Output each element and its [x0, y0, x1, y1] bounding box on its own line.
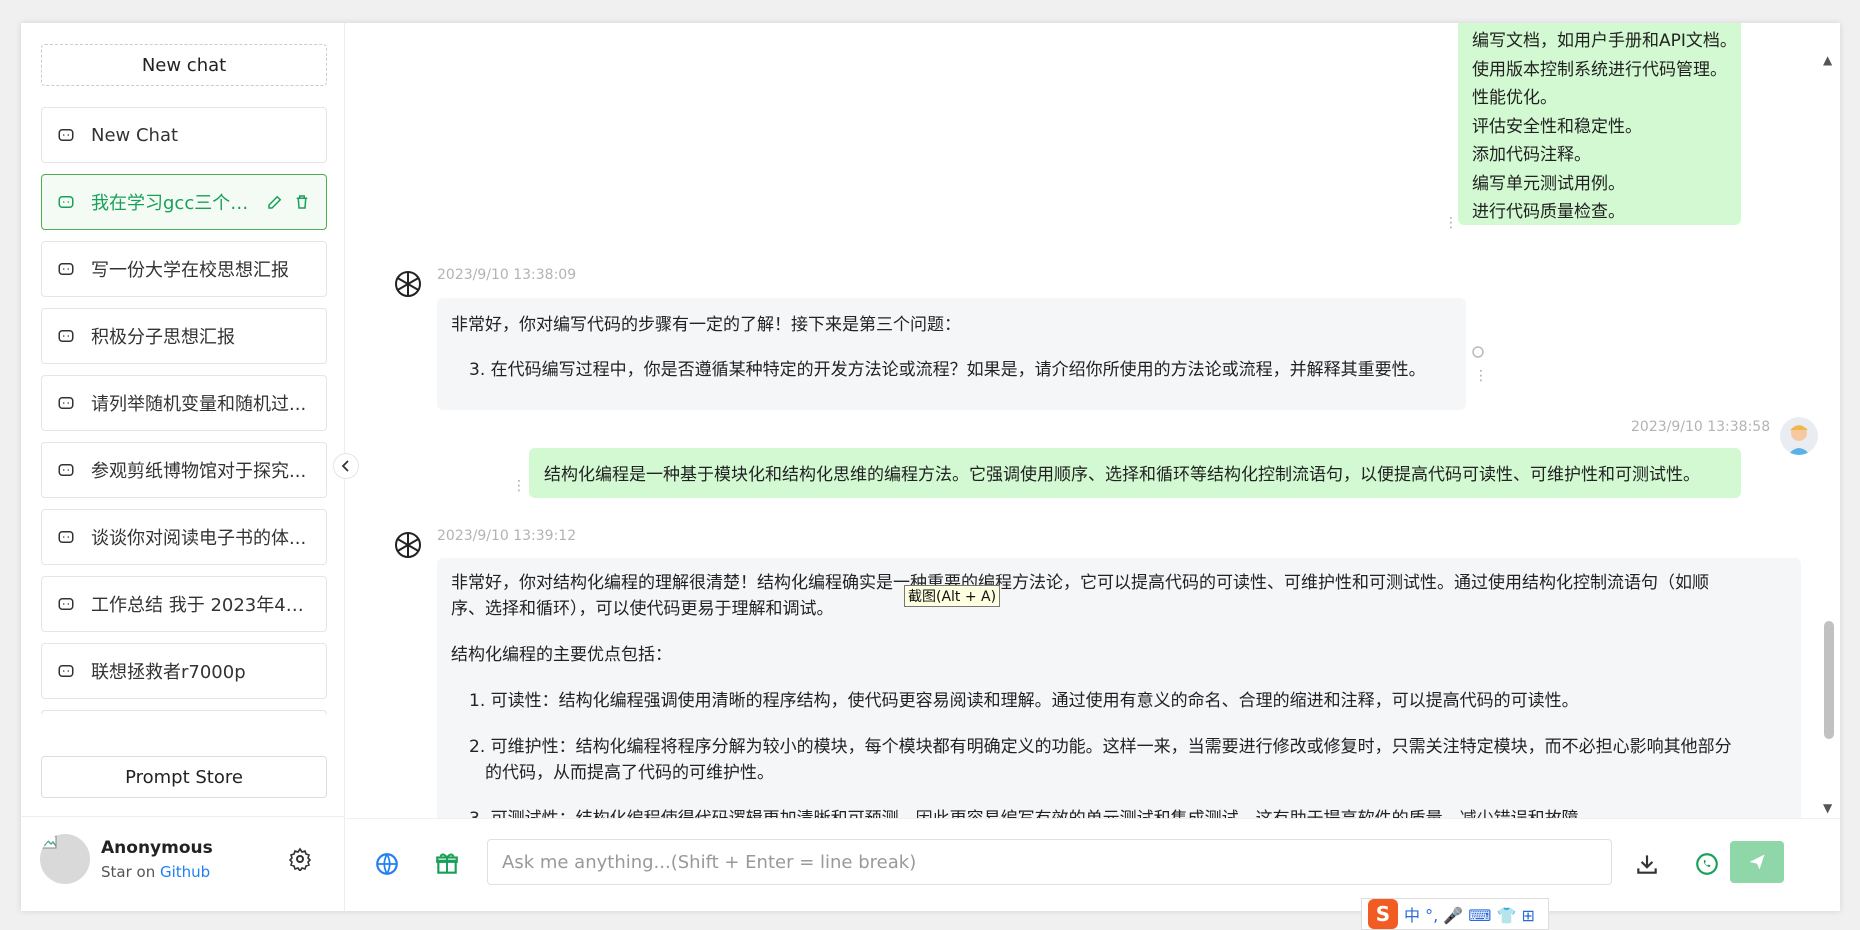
sidebar: New chat New Chat 我在学习gcc三个过... 写一份大学在校思… [21, 23, 345, 911]
message-line: 编写单元测试用例。 [1472, 173, 1625, 194]
conversation-item[interactable]: 谈谈你对阅读电子书的体... [41, 509, 327, 565]
avatar[interactable] [40, 834, 90, 884]
star-on-github: Star on Github [101, 863, 210, 881]
download-icon[interactable] [1634, 851, 1660, 877]
prompt-store-button[interactable]: Prompt Store [41, 756, 327, 798]
message-list-item: 的代码，从而提高了代码的可维护性。 [485, 763, 774, 783]
refresh-icon[interactable] [1471, 345, 1485, 359]
message-line: 使用版本控制系统进行代码管理。 [1472, 59, 1727, 80]
bot-message-bubble: 非常好，你对编写代码的步骤有一定的了解！接下来是第三个问题： 3. 在代码编写过… [437, 298, 1466, 410]
gift-icon[interactable] [434, 851, 460, 877]
message-paragraph: 序、选择和循环），可以使代码更易于理解和调试。 [451, 599, 834, 619]
conversation-item[interactable]: 工作总结 我于 2023年4月... [41, 576, 327, 632]
scroll-down-arrow[interactable]: ▼ [1823, 801, 1832, 815]
edit-icon[interactable] [266, 193, 284, 211]
user-message-bubble: 编写文档，如用户手册和API文档。 使用版本控制系统进行代码管理。 性能优化。 … [1458, 23, 1741, 225]
chat-icon [58, 330, 74, 342]
user-message-bubble: 结构化编程是一种基于模块化和结构化思维的编程方法。它强调使用顺序、选择和循环等结… [529, 448, 1741, 498]
message-timestamp: 2023/9/10 13:39:12 [437, 528, 577, 544]
conversation-item[interactable]: 请列举随机变量和随机过... [41, 375, 327, 431]
conversation-item[interactable]: 写一份大学在校思想汇报 [41, 241, 327, 297]
message-input[interactable]: Ask me anything...(Shift + Enter = line … [487, 839, 1612, 885]
openai-logo-icon [395, 532, 421, 558]
user-avatar [1780, 417, 1818, 455]
user-avatar-icon [1788, 425, 1810, 455]
chat-icon [58, 665, 74, 677]
message-paragraph: 非常好，你对结构化编程的理解很清楚！结构化编程确实是一种重要的编程方法论，它可以… [451, 573, 1709, 593]
conversation-item[interactable]: 参观剪纸博物馆对于探究... [41, 442, 327, 498]
message-line: 进行代码质量检查。 [1472, 202, 1625, 222]
conversation-label: 我在学习gcc三个过... [91, 193, 257, 214]
broken-image-icon [41, 835, 57, 849]
chat-icon [58, 263, 74, 275]
scroll-up-arrow[interactable]: ▲ [1823, 53, 1832, 67]
message-line: 评估安全性和稳定性。 [1472, 116, 1642, 137]
message-list-item: 2. 可维护性：结构化编程将程序分解为较小的模块，每个模块都有明确定义的功能。这… [469, 737, 1732, 757]
more-options-icon[interactable]: ⋮ [1474, 368, 1488, 384]
conversation-label: 联想拯救者r7000p [91, 662, 246, 683]
input-bar: Ask me anything...(Shift + Enter = line … [346, 818, 1840, 911]
more-options-icon[interactable]: ⋮ [1444, 215, 1458, 231]
message-paragraph: 非常好，你对编写代码的步骤有一定的了解！接下来是第三个问题： [451, 315, 961, 335]
chat-icon [58, 464, 74, 476]
sogou-logo-icon: S [1368, 899, 1398, 929]
chevron-left-icon [341, 460, 349, 472]
message-timestamp: 2023/9/10 13:38:09 [437, 267, 577, 283]
whatsapp-icon[interactable] [1694, 851, 1720, 877]
message-line: 添加代码注释。 [1472, 145, 1591, 165]
new-chat-button[interactable]: New chat [41, 44, 327, 86]
message-list-item: 1. 可读性：结构化编程强调使用清晰的程序结构，使代码更容易阅读和理解。通过使用… [469, 691, 1579, 711]
settings-icon[interactable] [288, 847, 312, 871]
user-info: Anonymous Star on Github [21, 816, 345, 911]
chat-icon [58, 598, 74, 610]
chat-icon [58, 196, 74, 208]
chat-messages: 编写文档，如用户手册和API文档。 使用版本控制系统进行代码管理。 性能优化。 … [346, 23, 1840, 818]
star-prefix: Star on [101, 863, 156, 881]
message-list-item: 3. 在代码编写过程中，你是否遵循某种特定的开发方法论或流程？如果是，请介绍你所… [469, 360, 1426, 380]
message-timestamp: 2023/9/10 13:38:58 [1631, 419, 1771, 435]
conversation-list: New Chat 我在学习gcc三个过... 写一份大学在校思想汇报 积极分子思… [41, 107, 327, 714]
conversation-label: 谈谈你对阅读电子书的体... [91, 528, 307, 549]
conversation-item-partial[interactable] [41, 710, 327, 714]
chat-icon [58, 129, 74, 141]
message-list-item: 3. 可测试性：结构化编程使得代码逻辑更加清晰和可预测，因此更容易编写有效的单元… [451, 806, 1787, 818]
conversation-label: 工作总结 我于 2023年4月... [91, 595, 311, 616]
chat-icon [58, 531, 74, 543]
message-paragraph: 结构化编程的主要优点包括： [451, 645, 672, 665]
user-name: Anonymous [101, 838, 213, 858]
send-icon [1749, 854, 1765, 870]
chat-icon [58, 397, 74, 409]
bot-message-bubble: 非常好，你对结构化编程的理解很清楚！结构化编程确实是一种重要的编程方法论，它可以… [437, 558, 1801, 818]
conversation-item-active[interactable]: 我在学习gcc三个过... [41, 174, 327, 230]
collapse-sidebar-button[interactable] [333, 453, 359, 479]
globe-icon[interactable] [374, 851, 400, 877]
message-text: 结构化编程是一种基于模块化和结构化思维的编程方法。它强调使用顺序、选择和循环等结… [544, 465, 1700, 485]
app-window: New chat New Chat 我在学习gcc三个过... 写一份大学在校思… [21, 23, 1840, 911]
ime-toolbar[interactable]: S 中 °, 🎤 ⌨ 👕 ⊞ [1361, 898, 1549, 930]
conversation-item[interactable]: 联想拯救者r7000p [41, 643, 327, 699]
conversation-label: 请列举随机变量和随机过... [91, 394, 307, 415]
github-link[interactable]: Github [160, 863, 210, 881]
conversation-label: 写一份大学在校思想汇报 [91, 260, 289, 281]
message-line: 编写文档，如用户手册和API文档。 [1472, 31, 1737, 51]
screenshot-tooltip: 截图(Alt + A) [904, 585, 1001, 607]
conversation-label: 积极分子思想汇报 [91, 327, 235, 348]
conversation-item[interactable]: 积极分子思想汇报 [41, 308, 327, 364]
openai-logo-icon [395, 271, 421, 297]
message-line: 性能优化。 [1472, 88, 1557, 108]
more-options-icon[interactable]: ⋮ [512, 478, 526, 494]
delete-icon[interactable] [293, 193, 311, 211]
conversation-item[interactable]: New Chat [41, 107, 327, 163]
conversation-label: New Chat [91, 124, 179, 146]
conversation-label: 参观剪纸博物馆对于探究... [91, 461, 307, 482]
send-button[interactable] [1730, 841, 1784, 883]
scrollbar-thumb[interactable] [1824, 621, 1834, 739]
ime-status: 中 °, 🎤 ⌨ 👕 ⊞ [1404, 906, 1535, 925]
